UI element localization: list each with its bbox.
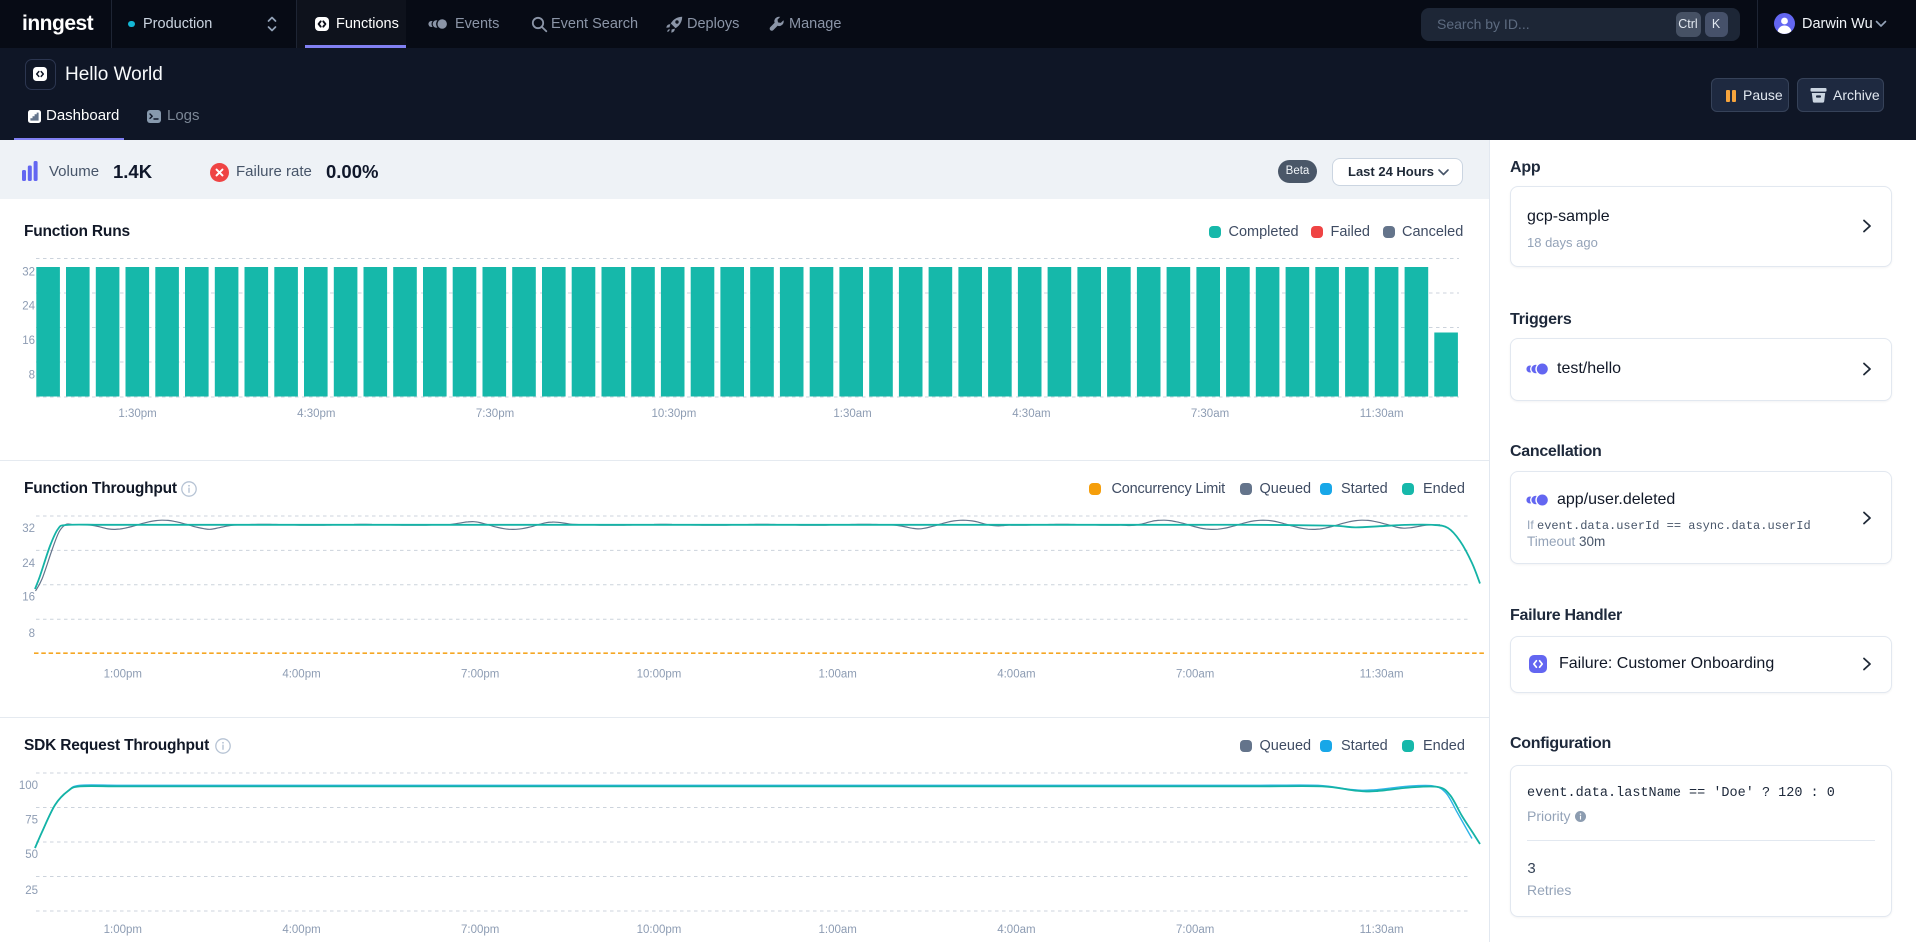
svg-text:4:00pm: 4:00pm xyxy=(282,669,320,681)
svg-text:50: 50 xyxy=(25,849,38,861)
svg-text:1:30am: 1:30am xyxy=(833,408,871,420)
svg-text:75: 75 xyxy=(25,815,38,827)
svg-text:7:30pm: 7:30pm xyxy=(476,408,514,420)
svg-text:4:30am: 4:30am xyxy=(1012,408,1050,420)
svg-text:7:00pm: 7:00pm xyxy=(461,924,499,936)
svg-text:11:30am: 11:30am xyxy=(1360,408,1404,420)
svg-text:24: 24 xyxy=(22,558,35,570)
svg-text:32: 32 xyxy=(22,523,35,535)
svg-text:32: 32 xyxy=(22,267,35,279)
svg-text:4:00am: 4:00am xyxy=(997,924,1035,936)
svg-text:7:00am: 7:00am xyxy=(1176,669,1214,681)
svg-text:4:00am: 4:00am xyxy=(997,669,1035,681)
svg-text:1:00pm: 1:00pm xyxy=(104,669,142,681)
svg-text:8: 8 xyxy=(29,628,35,640)
svg-text:1:00am: 1:00am xyxy=(819,924,857,936)
svg-text:10:00pm: 10:00pm xyxy=(637,669,682,681)
svg-text:24: 24 xyxy=(22,301,35,313)
svg-text:25: 25 xyxy=(25,885,38,897)
svg-text:10:30pm: 10:30pm xyxy=(652,408,697,420)
svg-text:1:00am: 1:00am xyxy=(819,669,857,681)
svg-text:4:30pm: 4:30pm xyxy=(297,408,335,420)
svg-text:8: 8 xyxy=(29,370,35,382)
svg-text:4:00pm: 4:00pm xyxy=(282,924,320,936)
svg-text:11:30am: 11:30am xyxy=(1360,669,1404,681)
svg-text:16: 16 xyxy=(22,335,35,347)
svg-text:11:30am: 11:30am xyxy=(1360,924,1404,936)
svg-text:1:00pm: 1:00pm xyxy=(104,924,142,936)
svg-text:100: 100 xyxy=(19,780,38,792)
svg-text:1:30pm: 1:30pm xyxy=(118,408,156,420)
svg-text:10:00pm: 10:00pm xyxy=(637,924,682,936)
svg-text:7:00am: 7:00am xyxy=(1176,924,1214,936)
svg-text:7:30am: 7:30am xyxy=(1191,408,1229,420)
svg-text:16: 16 xyxy=(22,592,35,604)
svg-text:7:00pm: 7:00pm xyxy=(461,669,499,681)
